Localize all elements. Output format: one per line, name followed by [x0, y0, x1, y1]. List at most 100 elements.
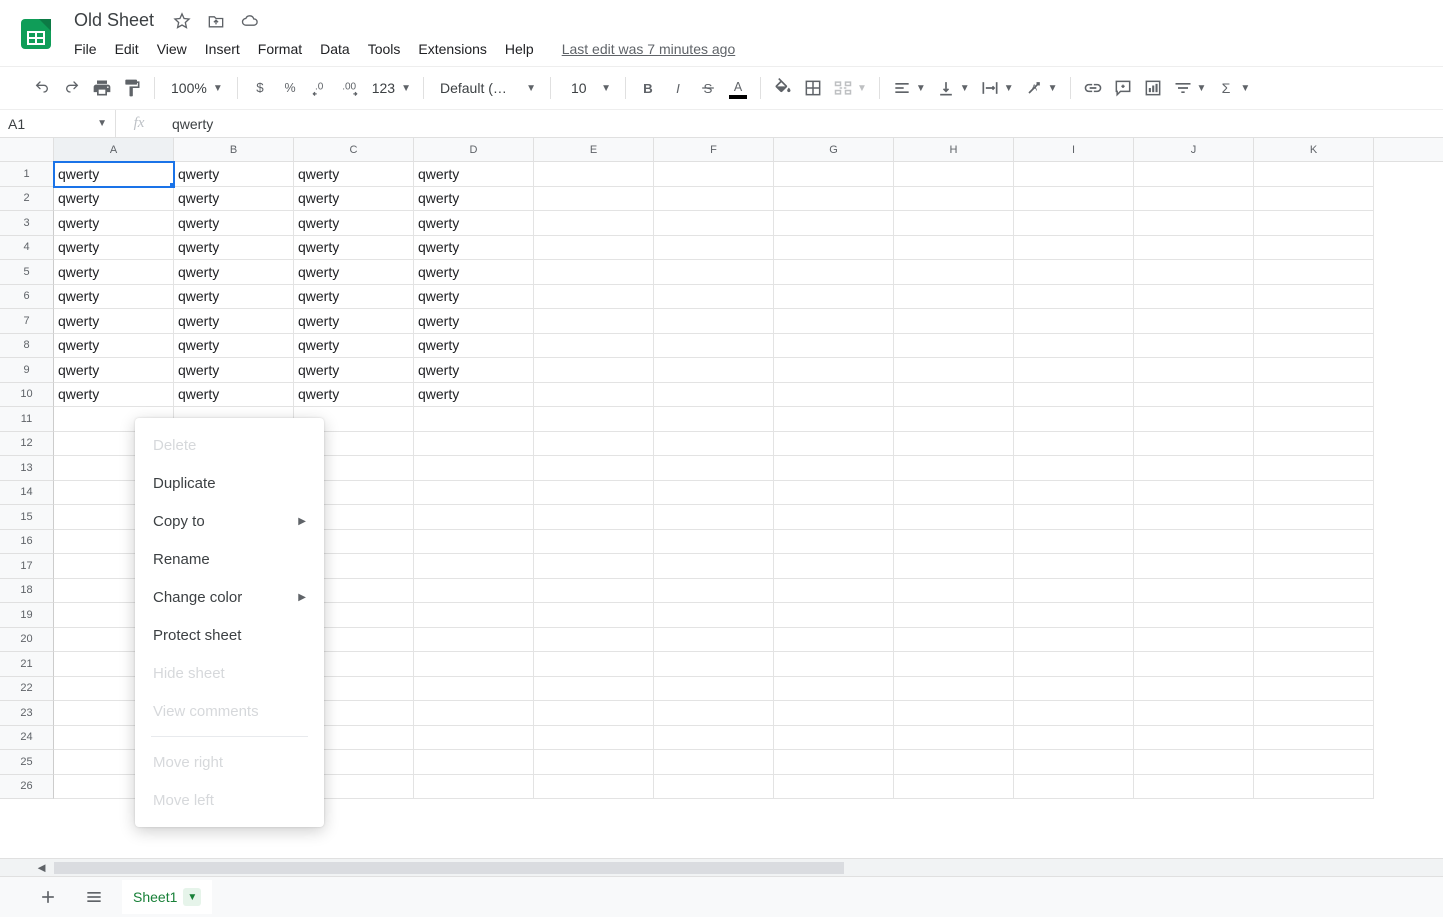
cell-E26[interactable] [534, 775, 654, 800]
halign-icon[interactable]: ▼ [888, 74, 930, 102]
menu-data[interactable]: Data [312, 37, 358, 61]
formula-input[interactable]: qwerty [162, 110, 1443, 137]
cell-E16[interactable] [534, 530, 654, 555]
cell-D24[interactable] [414, 726, 534, 751]
cell-H15[interactable] [894, 505, 1014, 530]
cell-F16[interactable] [654, 530, 774, 555]
cell-A1[interactable]: qwerty [54, 162, 174, 187]
cell-E8[interactable] [534, 334, 654, 359]
menu-view[interactable]: View [149, 37, 195, 61]
cell-D9[interactable]: qwerty [414, 358, 534, 383]
undo-icon[interactable] [28, 74, 56, 102]
cell-G15[interactable] [774, 505, 894, 530]
col-head-B[interactable]: B [174, 138, 294, 161]
cell-E11[interactable] [534, 407, 654, 432]
select-all-corner[interactable] [0, 138, 54, 161]
col-head-C[interactable]: C [294, 138, 414, 161]
sheets-logo[interactable] [16, 8, 56, 60]
cell-G12[interactable] [774, 432, 894, 457]
cell-E22[interactable] [534, 677, 654, 702]
cell-I23[interactable] [1014, 701, 1134, 726]
paint-format-icon[interactable] [118, 74, 146, 102]
cell-J11[interactable] [1134, 407, 1254, 432]
cell-A8[interactable]: qwerty [54, 334, 174, 359]
row-head-23[interactable]: 23 [0, 701, 54, 726]
cell-J23[interactable] [1134, 701, 1254, 726]
row-head-10[interactable]: 10 [0, 383, 54, 408]
cell-C1[interactable]: qwerty [294, 162, 414, 187]
cell-A6[interactable]: qwerty [54, 285, 174, 310]
cell-B10[interactable]: qwerty [174, 383, 294, 408]
sheet-tab-menu-icon[interactable]: ▼ [183, 888, 201, 906]
cell-F12[interactable] [654, 432, 774, 457]
cell-K8[interactable] [1254, 334, 1374, 359]
row-head-8[interactable]: 8 [0, 334, 54, 359]
cell-E5[interactable] [534, 260, 654, 285]
cell-G7[interactable] [774, 309, 894, 334]
col-head-F[interactable]: F [654, 138, 774, 161]
horizontal-scrollbar[interactable]: ◄ [0, 858, 1443, 876]
cell-H23[interactable] [894, 701, 1014, 726]
row-head-12[interactable]: 12 [0, 432, 54, 457]
cell-H2[interactable] [894, 187, 1014, 212]
cell-J1[interactable] [1134, 162, 1254, 187]
last-edit-link[interactable]: Last edit was 7 minutes ago [554, 37, 744, 61]
cell-A3[interactable]: qwerty [54, 211, 174, 236]
cell-K25[interactable] [1254, 750, 1374, 775]
row-head-17[interactable]: 17 [0, 554, 54, 579]
cell-D8[interactable]: qwerty [414, 334, 534, 359]
cell-G5[interactable] [774, 260, 894, 285]
cell-I18[interactable] [1014, 579, 1134, 604]
row-head-22[interactable]: 22 [0, 677, 54, 702]
col-head-G[interactable]: G [774, 138, 894, 161]
cell-J10[interactable] [1134, 383, 1254, 408]
cell-E12[interactable] [534, 432, 654, 457]
cell-D5[interactable]: qwerty [414, 260, 534, 285]
cell-G4[interactable] [774, 236, 894, 261]
col-head-J[interactable]: J [1134, 138, 1254, 161]
cell-B1[interactable]: qwerty [174, 162, 294, 187]
cell-H22[interactable] [894, 677, 1014, 702]
cell-E23[interactable] [534, 701, 654, 726]
star-icon[interactable] [170, 9, 194, 33]
cell-C7[interactable]: qwerty [294, 309, 414, 334]
cell-I26[interactable] [1014, 775, 1134, 800]
cell-I12[interactable] [1014, 432, 1134, 457]
row-head-4[interactable]: 4 [0, 236, 54, 261]
cell-K17[interactable] [1254, 554, 1374, 579]
cell-J2[interactable] [1134, 187, 1254, 212]
cell-A9[interactable]: qwerty [54, 358, 174, 383]
cell-D23[interactable] [414, 701, 534, 726]
cell-B3[interactable]: qwerty [174, 211, 294, 236]
cell-D2[interactable]: qwerty [414, 187, 534, 212]
cell-D20[interactable] [414, 628, 534, 653]
cell-K14[interactable] [1254, 481, 1374, 506]
cell-D11[interactable] [414, 407, 534, 432]
cloud-status-icon[interactable] [238, 9, 262, 33]
row-head-5[interactable]: 5 [0, 260, 54, 285]
cell-F17[interactable] [654, 554, 774, 579]
cell-A5[interactable]: qwerty [54, 260, 174, 285]
selection-handle[interactable] [170, 183, 174, 187]
cell-K13[interactable] [1254, 456, 1374, 481]
valign-icon[interactable]: ▼ [932, 74, 974, 102]
cell-H16[interactable] [894, 530, 1014, 555]
row-head-18[interactable]: 18 [0, 579, 54, 604]
cell-G6[interactable] [774, 285, 894, 310]
ctx-protect-sheet[interactable]: Protect sheet [135, 616, 324, 654]
cell-H26[interactable] [894, 775, 1014, 800]
cell-I13[interactable] [1014, 456, 1134, 481]
cell-J20[interactable] [1134, 628, 1254, 653]
cell-H10[interactable] [894, 383, 1014, 408]
menu-tools[interactable]: Tools [360, 37, 409, 61]
sheet-tab-sheet1[interactable]: Sheet1 ▼ [122, 880, 212, 914]
cell-J17[interactable] [1134, 554, 1254, 579]
ctx-copy-to[interactable]: Copy to▶ [135, 502, 324, 540]
italic-icon[interactable]: I [664, 74, 692, 102]
cell-H24[interactable] [894, 726, 1014, 751]
cell-I22[interactable] [1014, 677, 1134, 702]
cell-F20[interactable] [654, 628, 774, 653]
cell-F22[interactable] [654, 677, 774, 702]
row-head-9[interactable]: 9 [0, 358, 54, 383]
cell-I6[interactable] [1014, 285, 1134, 310]
